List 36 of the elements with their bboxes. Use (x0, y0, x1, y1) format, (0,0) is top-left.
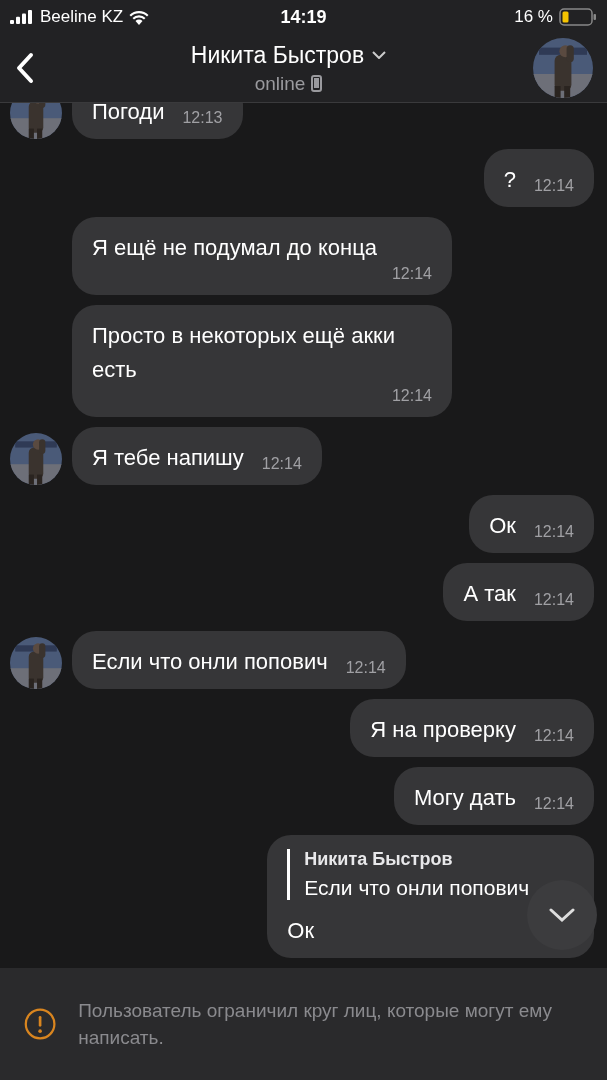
message-text: Если что онли попович (92, 648, 328, 676)
quote-author: Никита Быстров (304, 849, 454, 870)
message-time: 12:14 (345, 659, 386, 678)
message-time: 12:14 (533, 727, 574, 746)
message-time: 12:14 (533, 177, 574, 196)
message-text: Я тебе напишу (92, 444, 244, 472)
message-text: Могу дать (413, 784, 516, 812)
message-text: Я на проверку (370, 716, 516, 744)
chevron-down-icon (549, 908, 575, 922)
restriction-notice: Пользователь ограничил круг лиц, которые могут ему написать. (78, 999, 554, 1050)
message-text: А так (463, 580, 516, 608)
status-time: 14:19 (280, 6, 327, 28)
message-time: 12:14 (533, 523, 574, 542)
message-text: Погоди (92, 103, 165, 126)
battery-icon (559, 8, 597, 26)
message-time: 12:14 (391, 265, 432, 284)
wifi-icon (129, 9, 150, 25)
carrier-name: Beeline KZ (40, 7, 124, 27)
battery-percent: 16 % (514, 7, 553, 27)
message-text: Ок (489, 512, 516, 540)
online-status: online (254, 72, 306, 95)
signal-icon (10, 10, 34, 24)
message-time: 12:14 (391, 387, 432, 406)
chevron-down-icon[interactable] (372, 51, 387, 59)
quote-text: Если что онли попович (304, 876, 531, 900)
contact-name[interactable]: Никита Быстров (190, 41, 365, 69)
warning-icon (24, 1006, 57, 1042)
phone-icon (311, 75, 323, 92)
message-text: ? (503, 166, 516, 194)
message-time: 12:14 (533, 795, 574, 814)
message-time: 12:14 (261, 455, 302, 474)
message-text: Просто в некоторых ещё акки есть (92, 322, 396, 384)
message-time: 12:14 (533, 591, 574, 610)
message-text: Ок (287, 917, 315, 945)
message-time: 12:13 (182, 109, 223, 128)
message-text: Я ещё не подумал до конца (92, 234, 378, 262)
